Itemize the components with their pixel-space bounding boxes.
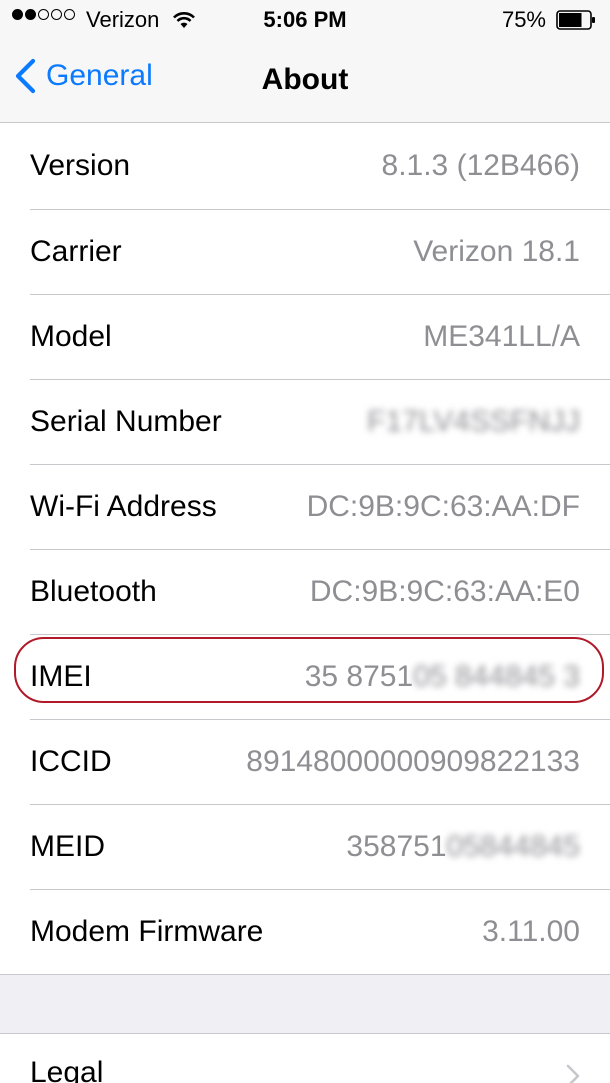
legal-group: Legal — [0, 1033, 610, 1083]
battery-icon — [556, 10, 596, 30]
row-value: 89148000000909822133 — [246, 745, 580, 778]
row-label: Legal — [30, 1056, 104, 1083]
page-title: About — [261, 63, 349, 96]
row-iccid: ICCID 89148000000909822133 — [30, 720, 610, 805]
row-value: 8.1.3 (12B466) — [381, 149, 580, 182]
about-screen: Verizon 5:06 PM 75% General About Versio… — [0, 0, 610, 1083]
imei-redacted-part: 05 844845 3 — [413, 660, 580, 693]
row-meid: MEID 35875105844845 — [30, 805, 610, 890]
row-wifi-address: Wi-Fi Address DC:9B:9C:63:AA:DF — [30, 465, 610, 550]
row-value: ME341LL/A — [423, 320, 580, 353]
row-value: DC:9B:9C:63:AA:DF — [306, 490, 580, 523]
chevron-right-icon — [566, 1062, 580, 1083]
row-modem-firmware: Modem Firmware 3.11.00 — [30, 890, 610, 974]
meid-visible-part: 358751 — [346, 830, 447, 863]
row-model: Model ME341LL/A — [30, 295, 610, 380]
row-legal[interactable]: Legal — [30, 1034, 610, 1083]
row-label: IMEI — [30, 660, 92, 693]
status-bar: Verizon 5:06 PM 75% — [0, 0, 610, 40]
row-label: Carrier — [30, 235, 122, 268]
row-label: Model — [30, 320, 112, 353]
battery-percentage: 75% — [501, 7, 546, 32]
row-version: Version 8.1.3 (12B466) — [30, 123, 610, 210]
row-value: 35 875105 844845 3 — [305, 660, 580, 694]
row-serial-number: Serial Number F17LV4SSFNJJ — [30, 380, 610, 465]
row-value: Verizon 18.1 — [413, 235, 580, 268]
row-label: MEID — [30, 830, 105, 863]
row-value: DC:9B:9C:63:AA:E0 — [309, 575, 580, 608]
row-bluetooth: Bluetooth DC:9B:9C:63:AA:E0 — [30, 550, 610, 635]
row-imei: IMEI 35 875105 844845 3 — [30, 635, 610, 720]
row-label: Wi-Fi Address — [30, 490, 217, 523]
meid-redacted-part: 05844845 — [446, 830, 580, 863]
about-info-list: Version 8.1.3 (12B466) Carrier Verizon 1… — [0, 123, 610, 975]
row-label: Bluetooth — [30, 575, 157, 608]
top-bar: Verizon 5:06 PM 75% General About — [0, 0, 610, 123]
row-label: ICCID — [30, 745, 112, 778]
row-label: Modem Firmware — [30, 915, 264, 948]
row-carrier: Carrier Verizon 18.1 — [30, 210, 610, 295]
row-label: Version — [30, 149, 131, 182]
navigation-bar: General About — [0, 40, 610, 122]
imei-visible-part: 35 8751 — [304, 660, 414, 693]
row-value: 35875105844845 — [346, 830, 580, 864]
row-value-redacted: F17LV4SSFNJJ — [367, 405, 580, 438]
row-label: Serial Number — [30, 405, 222, 438]
row-value: 3.11.00 — [482, 915, 580, 948]
